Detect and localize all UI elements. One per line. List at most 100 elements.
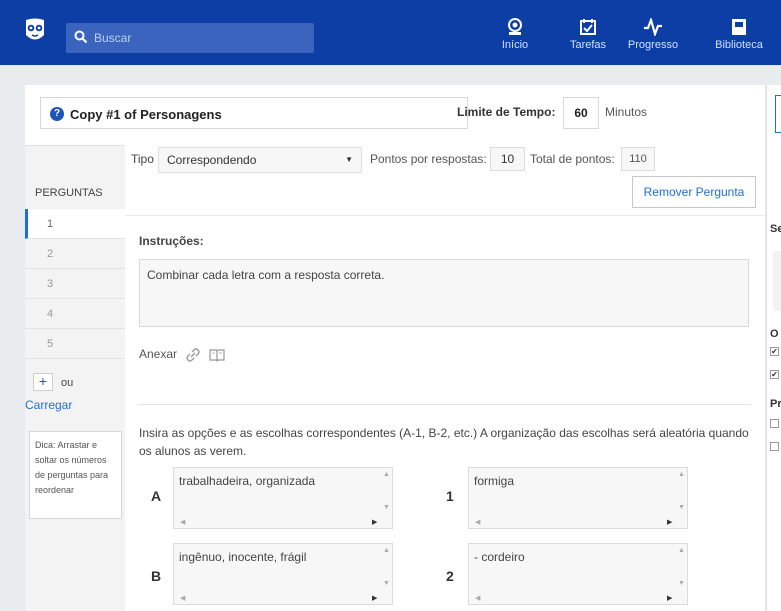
- time-limit-label: Limite de Tempo:: [457, 105, 556, 119]
- or-label: ou: [61, 377, 74, 389]
- nav-biblioteca-label: Biblioteca: [715, 39, 763, 51]
- home-icon: [508, 18, 522, 35]
- library-icon: [732, 19, 746, 35]
- attach-label: Anexar: [139, 347, 178, 361]
- quiz-title: Copy #1 of Personagens: [70, 107, 222, 122]
- points-input[interactable]: 10: [490, 147, 525, 171]
- page-background-band: [0, 65, 781, 80]
- option-text-a: trabalhadeira, organizada: [179, 474, 316, 488]
- instructions-label: Instruções:: [139, 234, 204, 248]
- questions-sidebar: PERGUNTAS 1 2 3 4 5 + ou Carregar Dica: …: [25, 145, 125, 611]
- panel-button-edge[interactable]: [775, 95, 781, 133]
- scroll-left-icon[interactable]: ◀: [180, 594, 185, 602]
- choice-field-1[interactable]: formiga ▲ ▼ ◀ ▶: [468, 467, 688, 529]
- nav-biblioteca[interactable]: Biblioteca: [713, 18, 765, 60]
- horizontal-scrollbar[interactable]: ◀ ▶: [174, 516, 394, 528]
- scroll-right-icon[interactable]: ▶: [667, 518, 672, 526]
- panel-heading-se: Se: [770, 223, 781, 235]
- calendar-check-icon: [580, 19, 596, 35]
- pair-letter-a: A: [151, 488, 162, 504]
- horizontal-scrollbar[interactable]: ◀ ▶: [174, 592, 394, 604]
- scroll-right-icon[interactable]: ▶: [372, 594, 377, 602]
- vertical-scrollbar[interactable]: ▲ ▼: [381, 544, 392, 592]
- option-text-b: ingênuo, inocente, frágil: [179, 550, 307, 564]
- vertical-scrollbar[interactable]: ▲ ▼: [381, 468, 392, 516]
- questions-label: PERGUNTAS: [35, 187, 103, 199]
- question-mark-icon: ?: [50, 107, 64, 121]
- owl-logo-icon[interactable]: [22, 17, 48, 43]
- vertical-scrollbar[interactable]: ▲ ▼: [676, 468, 687, 516]
- link-icon[interactable]: [185, 347, 201, 363]
- scroll-down-icon[interactable]: ▼: [383, 504, 390, 511]
- remove-question-button[interactable]: Remover Pergunta: [632, 176, 756, 208]
- reorder-tip: Dica: Arrastar e soltar os números de pe…: [29, 431, 122, 519]
- question-content: Instruções: Combinar cada letra com a re…: [125, 215, 765, 611]
- scroll-up-icon[interactable]: ▲: [383, 471, 390, 478]
- nav-tarefas-label: Tarefas: [569, 39, 607, 51]
- choice-field-2[interactable]: - cordeiro ▲ ▼ ◀ ▶: [468, 543, 688, 605]
- panel-heading-pr: Pr: [770, 398, 781, 410]
- nav-inicio[interactable]: Início: [494, 18, 536, 60]
- scroll-up-icon[interactable]: ▲: [678, 471, 685, 478]
- panel-checkbox-1[interactable]: ✔: [770, 347, 779, 356]
- question-type-select[interactable]: Correspondendo ▼: [158, 147, 362, 173]
- type-label: Tipo: [131, 152, 154, 166]
- nav-progresso[interactable]: Progresso: [625, 18, 681, 60]
- section-divider: [139, 404, 751, 405]
- nav-tarefas[interactable]: Tarefas: [566, 18, 610, 60]
- questions-list: 1 2 3 4 5: [25, 209, 125, 359]
- total-points-label: Total de pontos:: [530, 152, 615, 166]
- scroll-down-icon[interactable]: ▼: [383, 580, 390, 587]
- pair-number-1: 1: [446, 488, 454, 504]
- horizontal-scrollbar[interactable]: ◀ ▶: [469, 516, 689, 528]
- scroll-down-icon[interactable]: ▼: [678, 504, 685, 511]
- panel-checkbox-2[interactable]: ✔: [770, 370, 779, 379]
- search-icon: [74, 30, 88, 44]
- question-tab-1[interactable]: 1: [25, 209, 125, 239]
- scroll-up-icon[interactable]: ▲: [678, 547, 685, 554]
- vertical-scrollbar[interactable]: ▲ ▼: [676, 544, 687, 592]
- pair-letter-b: B: [151, 568, 162, 584]
- book-icon[interactable]: [209, 347, 225, 363]
- time-limit-input[interactable]: 60: [563, 97, 599, 129]
- question-tab-5[interactable]: 5: [25, 329, 125, 359]
- points-label: Pontos por respostas:: [370, 152, 487, 166]
- scroll-right-icon[interactable]: ▶: [667, 594, 672, 602]
- instructions-field[interactable]: Combinar cada letra com a resposta corre…: [139, 259, 749, 327]
- panel-heading-o: O: [770, 328, 779, 340]
- search-bar[interactable]: [66, 23, 314, 53]
- pulse-icon: [644, 18, 662, 36]
- matching-instructions: Insira as opções e as escolhas correspon…: [139, 426, 749, 458]
- scroll-up-icon[interactable]: ▲: [383, 547, 390, 554]
- scroll-left-icon[interactable]: ◀: [180, 518, 185, 526]
- total-points-value: 110: [621, 147, 655, 171]
- choice-text-2: - cordeiro: [474, 550, 525, 564]
- choice-text-1: formiga: [474, 474, 515, 488]
- horizontal-scrollbar[interactable]: ◀ ▶: [469, 592, 689, 604]
- right-side-panel: Se O ✔ ✔ Pr: [766, 85, 781, 611]
- quiz-editor-card: ? Copy #1 of Personagens Limite de Tempo…: [25, 85, 765, 611]
- question-tab-2[interactable]: 2: [25, 239, 125, 269]
- option-field-b[interactable]: ingênuo, inocente, frágil ▲ ▼ ◀ ▶: [173, 543, 393, 605]
- panel-checkbox-3[interactable]: [770, 419, 779, 428]
- panel-box: [773, 251, 781, 311]
- scroll-left-icon[interactable]: ◀: [475, 594, 480, 602]
- time-unit-label: Minutos: [605, 105, 648, 119]
- upload-link[interactable]: Carregar: [25, 398, 72, 412]
- add-question-button[interactable]: +: [33, 373, 53, 391]
- dropdown-arrow-icon: ▼: [345, 155, 353, 164]
- question-type-value: Correspondendo: [167, 153, 257, 167]
- option-field-a[interactable]: trabalhadeira, organizada ▲ ▼ ◀ ▶: [173, 467, 393, 529]
- search-input[interactable]: [94, 23, 309, 53]
- pair-number-2: 2: [446, 568, 454, 584]
- nav-progresso-label: Progresso: [627, 39, 679, 51]
- scroll-down-icon[interactable]: ▼: [678, 580, 685, 587]
- scroll-left-icon[interactable]: ◀: [475, 518, 480, 526]
- question-tab-4[interactable]: 4: [25, 299, 125, 329]
- quiz-title-field[interactable]: ? Copy #1 of Personagens: [40, 97, 468, 129]
- question-tab-3[interactable]: 3: [25, 269, 125, 299]
- nav-inicio-label: Início: [501, 39, 529, 51]
- top-navigation-bar: Início Tarefas Progresso Biblioteca: [0, 0, 781, 65]
- scroll-right-icon[interactable]: ▶: [372, 518, 377, 526]
- panel-checkbox-4[interactable]: [770, 442, 779, 451]
